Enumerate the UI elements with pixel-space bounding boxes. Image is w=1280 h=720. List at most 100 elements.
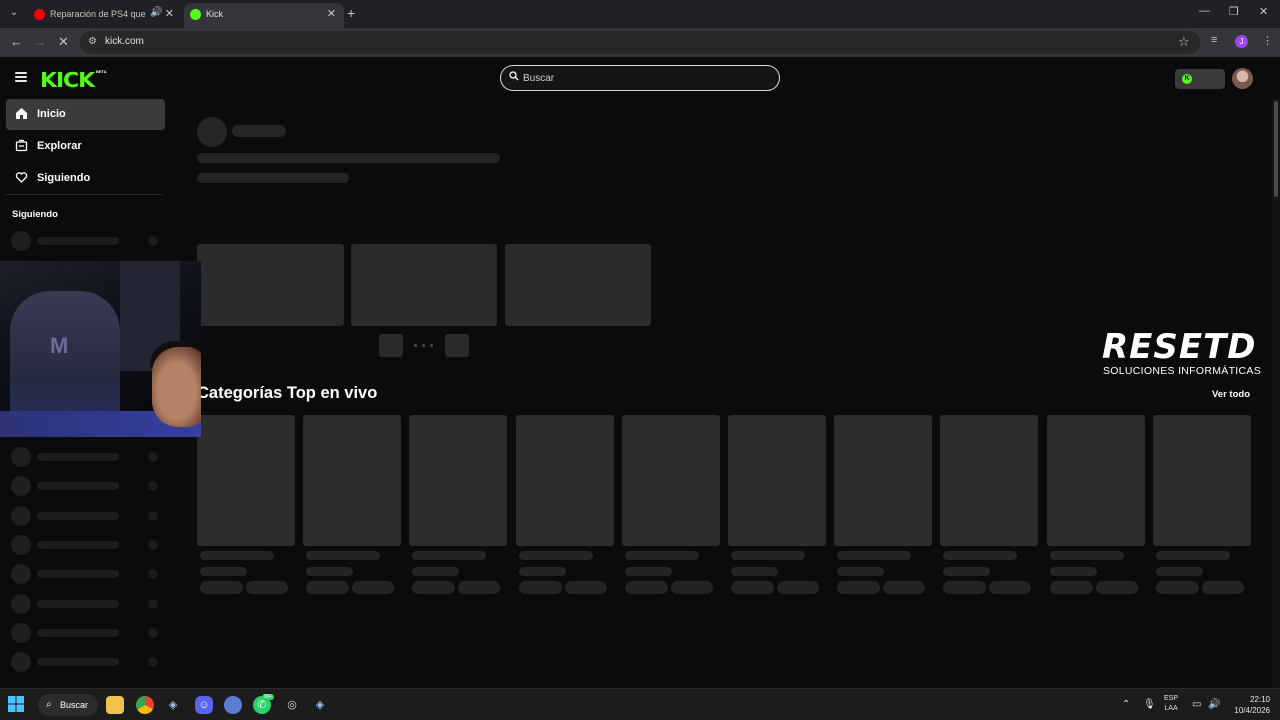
category-card-skeleton[interactable] — [1153, 415, 1251, 546]
bookmark-star-icon[interactable]: ☆ — [1178, 34, 1190, 50]
app-circle-icon[interactable]: ◎ — [283, 696, 301, 714]
carousel-card-skeleton[interactable] — [351, 244, 497, 326]
speaker-icon[interactable]: 🔊 — [150, 7, 162, 18]
windows-start-icon[interactable] — [7, 696, 25, 714]
tab-search-dropdown-icon[interactable]: ⌄ — [6, 5, 22, 21]
category-text-skeleton — [352, 581, 394, 594]
close-window-icon[interactable]: ✕ — [1259, 5, 1268, 18]
new-tab-icon[interactable]: + — [347, 5, 355, 21]
kick-logo[interactable]: KICK — [40, 68, 95, 92]
category-text-skeleton — [1096, 581, 1138, 594]
category-card-skeleton[interactable] — [834, 415, 932, 546]
user-avatar[interactable] — [1232, 68, 1253, 89]
discord-icon[interactable]: ☺ — [195, 696, 213, 714]
system-clock[interactable]: 22:10 10/4/2026 — [1226, 694, 1270, 716]
category-text-skeleton — [837, 551, 911, 560]
sidebar-divider — [6, 194, 162, 195]
following-skeleton-row — [11, 535, 161, 555]
carousel-prev-button[interactable] — [379, 334, 403, 357]
carousel-next-button[interactable] — [445, 334, 469, 357]
featured-subtitle-skeleton — [197, 173, 349, 183]
category-card-skeleton[interactable] — [1047, 415, 1145, 546]
category-card-skeleton[interactable] — [197, 415, 295, 546]
carousel-dot[interactable] — [430, 344, 433, 347]
category-text-skeleton — [1050, 551, 1124, 560]
steam-icon[interactable]: ◈ — [164, 696, 182, 714]
carousel-card-skeleton[interactable] — [197, 244, 344, 326]
see-all-link[interactable]: Ver todo — [1212, 389, 1250, 400]
category-text-skeleton — [837, 567, 884, 576]
category-text-skeleton — [306, 551, 380, 560]
browser-toolbar: ← → ✕ ⚙ kick.com ☆ ≡ J ⋮ — [0, 28, 1280, 57]
category-text-skeleton — [625, 567, 672, 576]
address-bar[interactable]: ⚙ kick.com ☆ — [80, 31, 1200, 54]
profile-avatar[interactable]: J — [1235, 35, 1248, 48]
microphone-icon[interactable]: 🎙 — [1143, 699, 1156, 710]
back-icon[interactable]: ← — [10, 34, 23, 49]
category-text-skeleton — [1156, 581, 1199, 594]
volume-icon[interactable]: 🔊 — [1208, 699, 1220, 710]
menu-kebab-icon[interactable]: ⋮ — [1262, 34, 1273, 47]
file-explorer-icon[interactable] — [106, 696, 124, 714]
whatsapp-badge: 99+ — [262, 694, 275, 700]
forward-icon[interactable]: → — [33, 34, 46, 49]
reset-watermark-logo: RESETD — [1102, 327, 1257, 367]
category-text-skeleton — [943, 551, 1017, 560]
category-text-skeleton — [200, 581, 243, 594]
carousel-dot[interactable] — [414, 344, 417, 347]
kick-rewards-button[interactable]: K — [1175, 69, 1225, 89]
scrollbar-thumb[interactable] — [1274, 101, 1278, 197]
category-text-skeleton — [671, 581, 713, 594]
category-text-skeleton — [731, 567, 778, 576]
site-settings-icon[interactable]: ⚙ — [88, 36, 97, 47]
category-text-skeleton — [731, 581, 774, 594]
category-card-skeleton[interactable] — [409, 415, 507, 546]
category-card-skeleton[interactable] — [303, 415, 401, 546]
following-skeleton-row — [11, 623, 161, 643]
hamburger-menu-icon[interactable] — [15, 72, 27, 82]
carousel-dot[interactable] — [422, 344, 425, 347]
app-globe-icon[interactable] — [224, 696, 242, 714]
sidebar-item-label: Explorar — [37, 140, 82, 152]
search-input[interactable] — [523, 70, 763, 86]
category-text-skeleton — [625, 551, 699, 560]
category-card-skeleton[interactable] — [728, 415, 826, 546]
tab-kick[interactable]: Kick ✕ — [184, 3, 344, 28]
taskbar-search-button[interactable]: ⌕ Buscar — [38, 694, 98, 716]
search-icon — [509, 71, 519, 81]
minimize-icon[interactable]: — — [1199, 5, 1210, 17]
restore-icon[interactable]: ❐ — [1229, 5, 1239, 18]
chrome-icon[interactable] — [136, 696, 154, 714]
category-text-skeleton — [519, 551, 593, 560]
language-indicator[interactable]: ESP LAA — [1164, 694, 1178, 714]
search-bar[interactable] — [500, 65, 780, 91]
sidebar-item-label: Inicio — [37, 108, 66, 120]
category-text-skeleton — [412, 581, 455, 594]
steam-icon-2[interactable]: ◈ — [311, 696, 329, 714]
tray-overflow-icon[interactable]: ⌃ — [1122, 699, 1130, 710]
stop-loading-icon[interactable]: ✕ — [58, 34, 69, 50]
media-control-icon[interactable]: ≡ — [1211, 34, 1217, 46]
categories-heading: Categorías Top en vivo — [197, 384, 378, 402]
sidebar-item-explorar[interactable]: Explorar — [6, 131, 165, 162]
carousel-card-skeleton[interactable] — [505, 244, 651, 326]
category-text-skeleton — [246, 581, 288, 594]
category-card-skeleton[interactable] — [622, 415, 720, 546]
category-text-skeleton — [412, 551, 486, 560]
sidebar-item-inicio[interactable]: Inicio — [6, 99, 165, 130]
category-text-skeleton — [1050, 567, 1097, 576]
category-card-skeleton[interactable] — [940, 415, 1038, 546]
close-tab-icon[interactable]: ✕ — [165, 7, 174, 20]
category-text-skeleton — [1156, 567, 1203, 576]
tab-youtube[interactable]: Reparación de PS4 que no ... 🔊 ✕ — [28, 3, 182, 28]
featured-avatar-skeleton — [197, 117, 227, 147]
category-text-skeleton — [989, 581, 1031, 594]
tab-title: Reparación de PS4 que no ... — [50, 9, 146, 19]
category-text-skeleton — [565, 581, 607, 594]
category-text-skeleton — [943, 567, 990, 576]
close-tab-icon[interactable]: ✕ — [327, 7, 336, 20]
sidebar-item-siguiendo[interactable]: Siguiendo — [6, 163, 165, 194]
network-icon[interactable]: ▭ — [1192, 699, 1201, 710]
category-card-skeleton[interactable] — [516, 415, 614, 546]
streamer-face — [152, 347, 201, 427]
